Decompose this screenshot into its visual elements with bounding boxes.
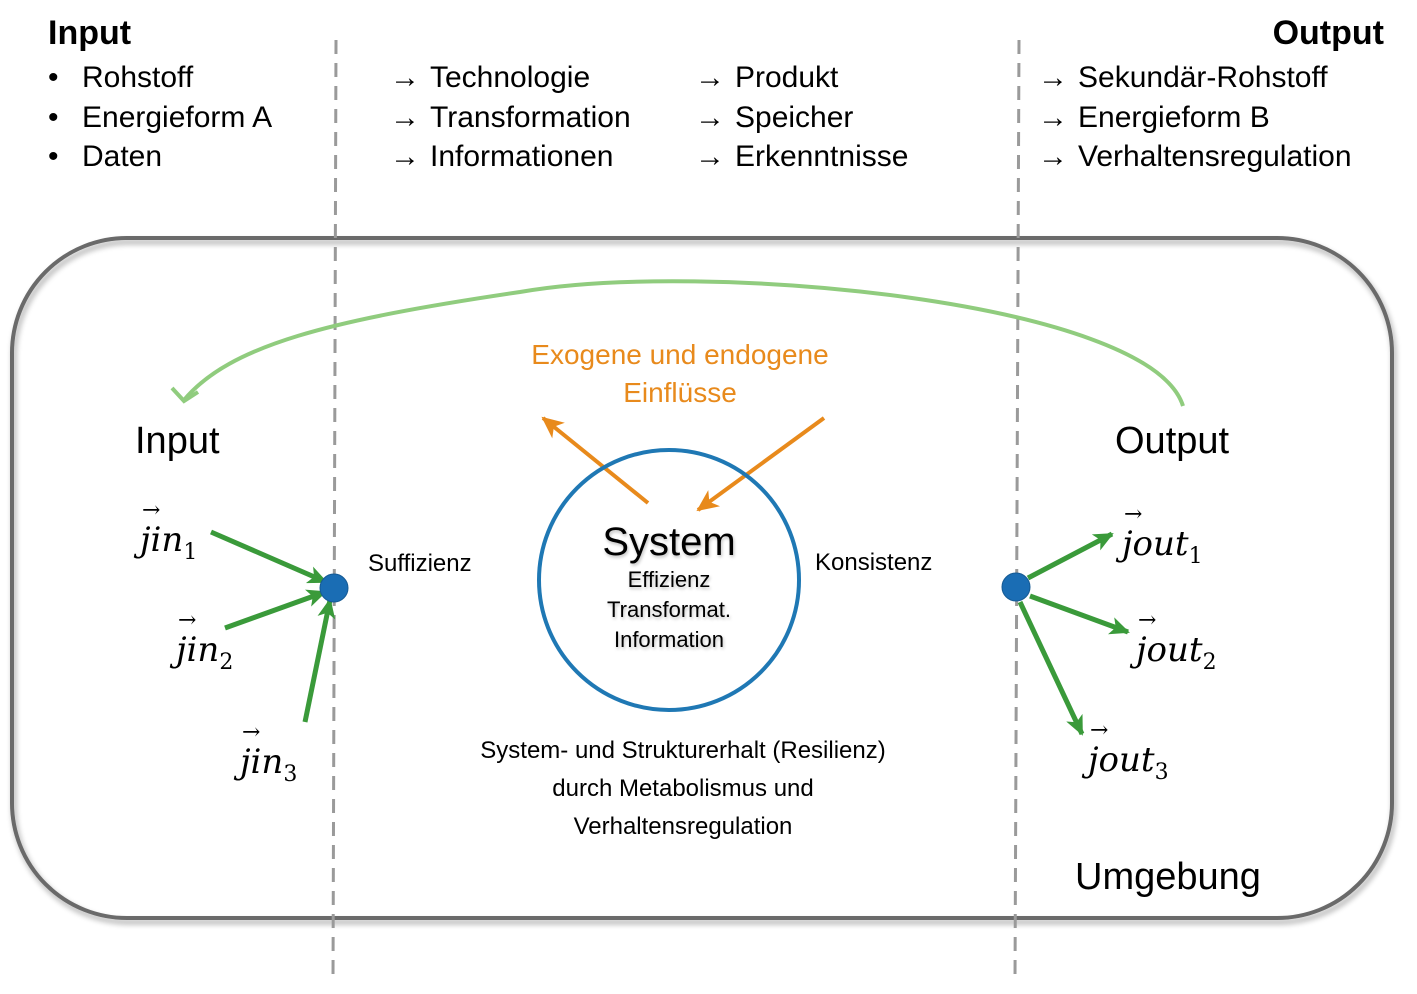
input-label: Input xyxy=(135,420,220,462)
consistency-label: Konsistenz xyxy=(815,549,933,576)
influence-arrow-out xyxy=(541,416,650,505)
output-flux-arrow-2 xyxy=(1029,593,1130,635)
output-flux-arrow-1 xyxy=(1026,531,1114,581)
input-flux-label-3: jin3 xyxy=(240,720,297,787)
system-line: Information xyxy=(613,627,725,652)
input-node xyxy=(319,573,349,603)
input-boundary-divider xyxy=(331,39,338,981)
influences-label: Exogene und endogene Einflüsse xyxy=(531,339,829,408)
system-title: System xyxy=(602,520,736,564)
input-flux-arrow-3 xyxy=(302,598,336,723)
system-line: Transformat. xyxy=(607,597,731,622)
output-node xyxy=(1001,572,1031,602)
output-flux-arrow-3 xyxy=(1017,600,1085,736)
system-label-group: System Effizienz Transformat. Informatio… xyxy=(569,520,769,655)
input-flux-arrow-2 xyxy=(224,589,327,631)
output-label: Output xyxy=(1115,420,1230,462)
sufficiency-label: Suffizienz xyxy=(368,550,472,577)
input-flux-label-2: jin2 xyxy=(176,608,233,675)
input-flux-label-1: jin1 xyxy=(140,498,197,565)
input-flux-arrow-1 xyxy=(210,529,328,585)
system-line: Effizienz xyxy=(627,567,711,592)
output-boundary-divider xyxy=(1013,39,1021,981)
output-flux-label-3: jout3 xyxy=(1088,718,1169,785)
environment-label: Umgebung xyxy=(1075,856,1261,898)
output-flux-label-2: jout2 xyxy=(1136,608,1217,675)
output-flux-label-1: jout1 xyxy=(1122,502,1203,569)
resilience-text: System- und Strukturerhalt (Resilienz) d… xyxy=(480,737,886,840)
influence-arrow-in xyxy=(696,416,826,512)
